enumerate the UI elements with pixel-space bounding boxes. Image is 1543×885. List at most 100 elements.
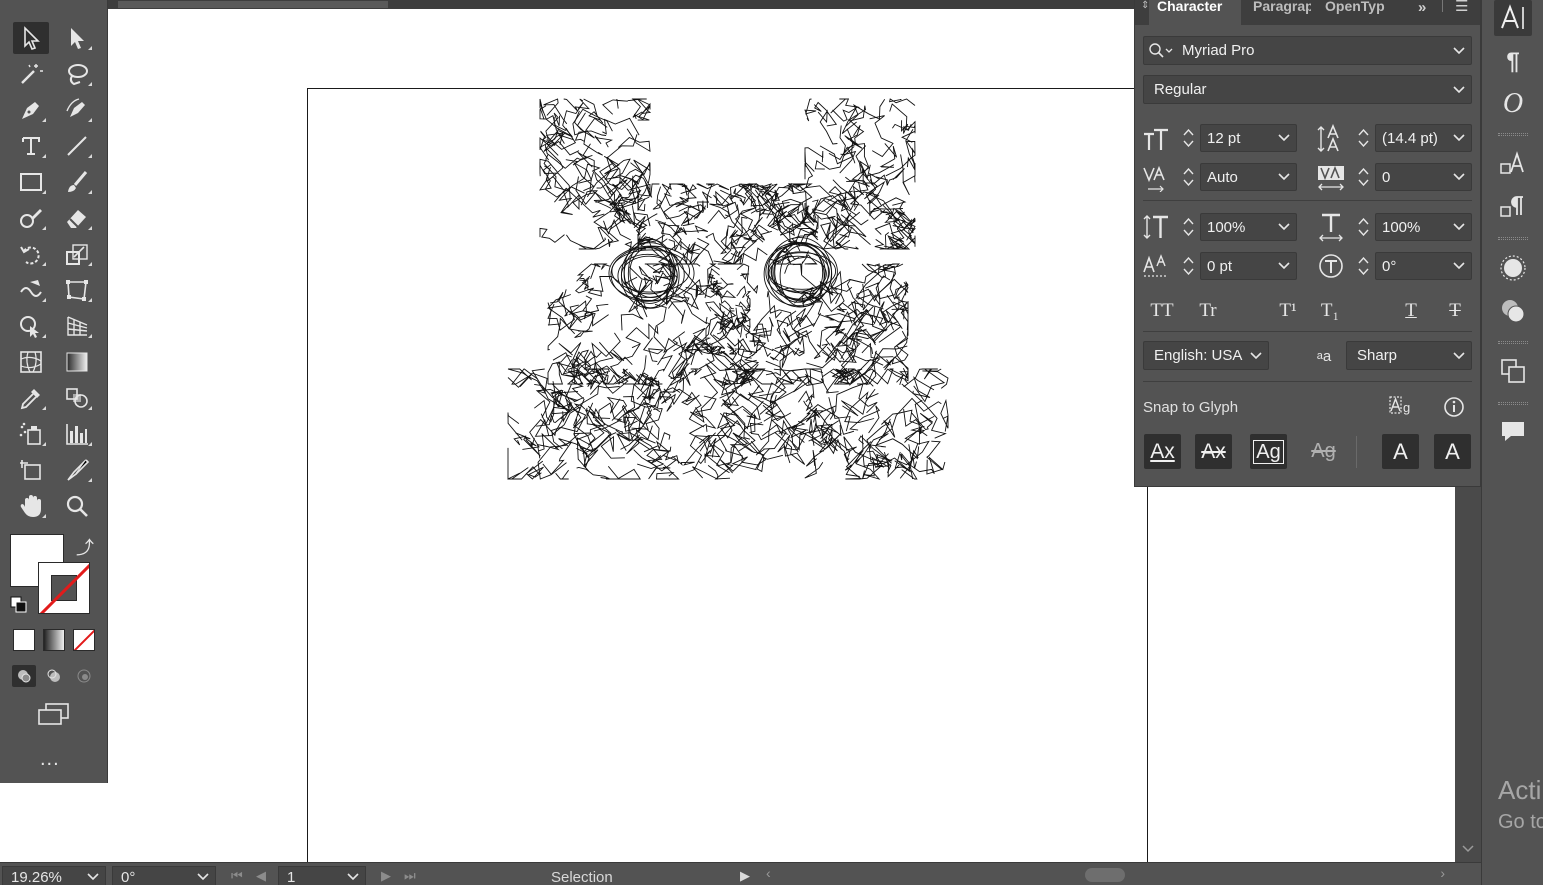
snap-anchor-button[interactable]: A	[1434, 434, 1471, 469]
horizontal-scale-field[interactable]: 100%	[1375, 213, 1472, 241]
symbol-sprayer-tool[interactable]	[13, 418, 49, 450]
line-segment-tool[interactable]	[59, 130, 95, 162]
none-mode-button[interactable]	[73, 629, 95, 651]
scroll-down-icon[interactable]	[1462, 845, 1474, 853]
paragraph-styles-icon[interactable]	[1494, 189, 1532, 225]
snap-angular-button[interactable]: A	[1382, 434, 1419, 469]
chevron-down-icon[interactable]	[1447, 253, 1471, 279]
tab-character[interactable]: Character	[1149, 0, 1241, 25]
draw-behind-button[interactable]	[42, 665, 66, 687]
character-panel-icon[interactable]	[1494, 0, 1532, 36]
eraser-tool[interactable]	[59, 202, 95, 234]
paintbrush-tool[interactable]	[59, 166, 95, 198]
kerning-stepper[interactable]	[1177, 163, 1199, 191]
last-artboard-icon[interactable]: ⏭	[404, 868, 416, 884]
vertical-scale-stepper[interactable]	[1177, 213, 1199, 241]
tab-paragraph[interactable]: Paragraph	[1245, 0, 1311, 25]
info-icon[interactable]	[1441, 395, 1467, 419]
default-colors-icon[interactable]	[10, 596, 28, 614]
hand-tool[interactable]	[13, 490, 49, 522]
free-transform-tool[interactable]	[59, 274, 95, 306]
previous-artboard-icon[interactable]: ◀	[256, 868, 266, 884]
perspective-grid-tool[interactable]	[59, 310, 95, 342]
strikethrough-button[interactable]: T	[1440, 300, 1470, 322]
subscript-button[interactable]: T₁	[1315, 300, 1345, 322]
snap-x-height-button[interactable]: Ax	[1195, 434, 1232, 469]
owl-artwork[interactable]	[500, 94, 956, 486]
color-mode-button[interactable]	[13, 629, 35, 651]
small-caps-button[interactable]: Tr	[1193, 300, 1223, 322]
rectangle-tool[interactable]	[13, 166, 49, 198]
chevron-down-icon[interactable]	[1272, 253, 1296, 279]
horizontal-scroll-thumb[interactable]	[1085, 868, 1125, 882]
tracking-stepper[interactable]	[1352, 163, 1374, 191]
draw-normal-button[interactable]	[12, 665, 36, 687]
appearance-panel-icon[interactable]	[1494, 250, 1532, 286]
chevron-down-icon[interactable]	[191, 867, 215, 885]
horizontal-scale-stepper[interactable]	[1352, 213, 1374, 241]
all-caps-button[interactable]: TT	[1147, 300, 1177, 322]
chevron-down-icon[interactable]	[1447, 125, 1471, 151]
character-rotation-stepper[interactable]	[1352, 252, 1374, 280]
panel-menu-icon[interactable]: ☰	[1455, 0, 1468, 15]
language-dropdown[interactable]: English: USA	[1143, 341, 1269, 370]
chevron-down-icon[interactable]	[1244, 342, 1268, 369]
chevron-down-icon[interactable]	[1272, 164, 1296, 190]
lasso-tool[interactable]	[59, 58, 95, 90]
leading-field[interactable]: (14.4 pt)	[1375, 124, 1472, 152]
tab-opentype[interactable]: OpenType	[1317, 0, 1385, 25]
snap-glyph-bounds-button[interactable]: Ag	[1250, 434, 1287, 469]
direct-selection-tool[interactable]	[59, 22, 95, 54]
chevron-down-icon[interactable]	[1447, 76, 1471, 103]
font-family-field[interactable]: Myriad Pro	[1143, 36, 1472, 65]
edit-toolbar-button[interactable]: ...	[40, 748, 60, 771]
horizontal-scrollbar[interactable]: ‹ ›	[760, 865, 1455, 884]
eyedropper-tool[interactable]	[13, 382, 49, 414]
opentype-panel-icon[interactable]: O	[1494, 86, 1532, 122]
column-graph-tool[interactable]	[59, 418, 95, 450]
dock-grip[interactable]	[1498, 341, 1528, 344]
dock-grip[interactable]	[1498, 237, 1528, 240]
font-size-stepper[interactable]	[1177, 124, 1199, 152]
chevron-down-icon[interactable]	[81, 867, 105, 885]
vertical-scale-field[interactable]: 100%	[1200, 213, 1297, 241]
kerning-field[interactable]: Auto	[1200, 163, 1297, 191]
baseline-shift-stepper[interactable]	[1177, 252, 1199, 280]
gradient-mode-button[interactable]	[43, 629, 65, 651]
first-artboard-icon[interactable]: ⏮	[231, 868, 243, 884]
stroke-color-swatch[interactable]	[38, 562, 90, 614]
tracking-field[interactable]: 0	[1375, 163, 1472, 191]
snap-glyph-options-icon[interactable]: g	[1388, 395, 1416, 419]
transform-panel-icon[interactable]	[1494, 353, 1532, 389]
zoom-field[interactable]: 19.26%	[2, 866, 106, 885]
font-size-field[interactable]: 12 pt	[1200, 124, 1297, 152]
artboard-number-field[interactable]: 1	[278, 866, 366, 885]
chevron-down-icon[interactable]	[1447, 342, 1471, 369]
next-artboard-icon[interactable]: ▶	[381, 868, 391, 884]
chevron-down-icon[interactable]	[1272, 214, 1296, 240]
superscript-button[interactable]: T¹	[1273, 300, 1303, 322]
curvature-tool[interactable]	[59, 94, 95, 126]
selection-tool[interactable]	[13, 22, 49, 54]
character-styles-icon[interactable]	[1494, 146, 1532, 182]
zoom-tool[interactable]	[59, 490, 95, 522]
more-tabs-icon[interactable]: »	[1418, 0, 1426, 16]
mesh-tool[interactable]	[13, 346, 49, 378]
chevron-down-icon[interactable]	[1447, 164, 1471, 190]
snap-proximity-button[interactable]: Ag	[1305, 434, 1342, 469]
artboard-tool[interactable]	[13, 454, 49, 486]
scroll-left-icon[interactable]: ‹	[766, 865, 771, 881]
gradient-tool[interactable]	[59, 346, 95, 378]
character-rotation-field[interactable]: 0°	[1375, 252, 1472, 280]
anti-aliasing-dropdown[interactable]: Sharp	[1346, 341, 1472, 370]
rotate-tool[interactable]	[13, 238, 49, 270]
chevron-down-icon[interactable]	[341, 867, 365, 885]
rotation-field[interactable]: 0°	[112, 866, 216, 885]
chevron-down-icon[interactable]	[1447, 214, 1471, 240]
shape-builder-tool[interactable]	[13, 310, 49, 342]
blend-tool[interactable]	[59, 382, 95, 414]
vertical-scrollbar[interactable]	[1455, 487, 1481, 862]
leading-stepper[interactable]	[1352, 124, 1374, 152]
type-tool[interactable]	[13, 130, 49, 162]
baseline-shift-field[interactable]: 0 pt	[1200, 252, 1297, 280]
